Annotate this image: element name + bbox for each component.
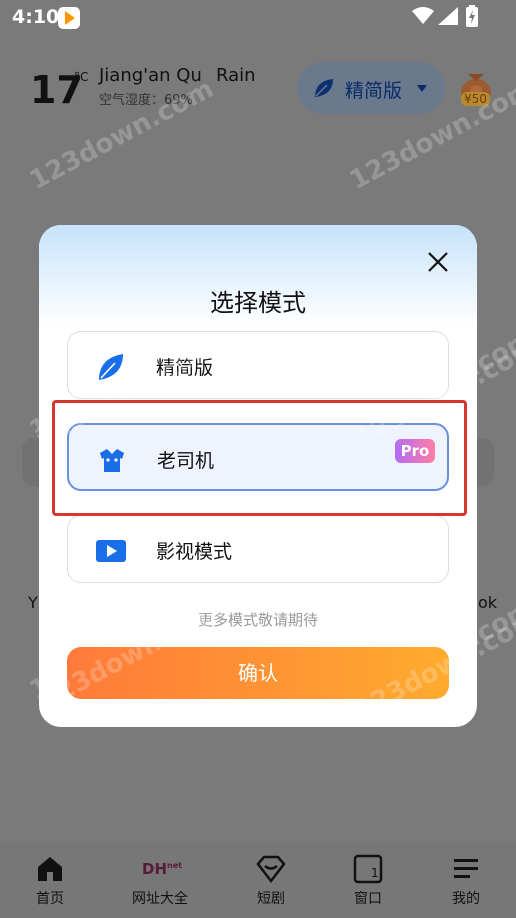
- dh-net-icon-sup: net: [167, 861, 182, 870]
- play-store-icon: [58, 7, 80, 29]
- status-time: 4:10: [12, 6, 60, 28]
- close-icon[interactable]: [425, 249, 451, 275]
- mode-switch-label: 精简版: [345, 80, 403, 102]
- nav-mine-label: 我的: [452, 891, 480, 907]
- home-icon: [38, 857, 62, 881]
- mode-option-video[interactable]: 影视模式: [67, 515, 449, 583]
- mode-option-video-label: 影视模式: [156, 541, 233, 563]
- chevron-down-icon: [417, 85, 427, 92]
- dh-net-icon: DHnet: [142, 860, 182, 890]
- weather-unit: °C: [74, 70, 89, 84]
- video-play-icon: [96, 540, 126, 562]
- nav-windows[interactable]: 1 窗口: [328, 842, 408, 918]
- dh-net-icon-text: DH: [142, 860, 168, 878]
- highlight-annotation: [52, 400, 467, 516]
- status-bar: 4:10: [0, 0, 516, 36]
- leaf-icon: [315, 79, 333, 97]
- weather-condition: Rain: [216, 65, 256, 86]
- battery-charging-icon: [466, 5, 478, 27]
- bottom-navigation: 首页 DHnet 网址大全 短剧 1 窗口 我的: [0, 842, 516, 918]
- nav-mine[interactable]: 我的: [426, 842, 506, 918]
- nav-home[interactable]: 首页: [10, 842, 90, 918]
- signal-icon: [438, 7, 458, 25]
- nav-drama-label: 短剧: [257, 891, 285, 907]
- window-count: 1: [371, 866, 379, 880]
- nav-url-directory-label: 网址大全: [132, 891, 188, 907]
- nav-windows-label: 窗口: [354, 891, 382, 907]
- dialog-title: 选择模式: [210, 289, 306, 317]
- nav-home-label: 首页: [36, 891, 64, 907]
- mode-switch-button[interactable]: 精简版: [297, 62, 445, 114]
- drama-icon: [256, 855, 286, 884]
- background-text-left: Y: [28, 593, 38, 612]
- nav-url-directory[interactable]: DHnet 网址大全: [120, 842, 200, 918]
- dialog-hint: 更多模式敬请期待: [197, 611, 318, 629]
- menu-icon: [454, 859, 478, 878]
- nav-drama[interactable]: 短剧: [231, 842, 311, 918]
- wifi-icon: [412, 7, 434, 24]
